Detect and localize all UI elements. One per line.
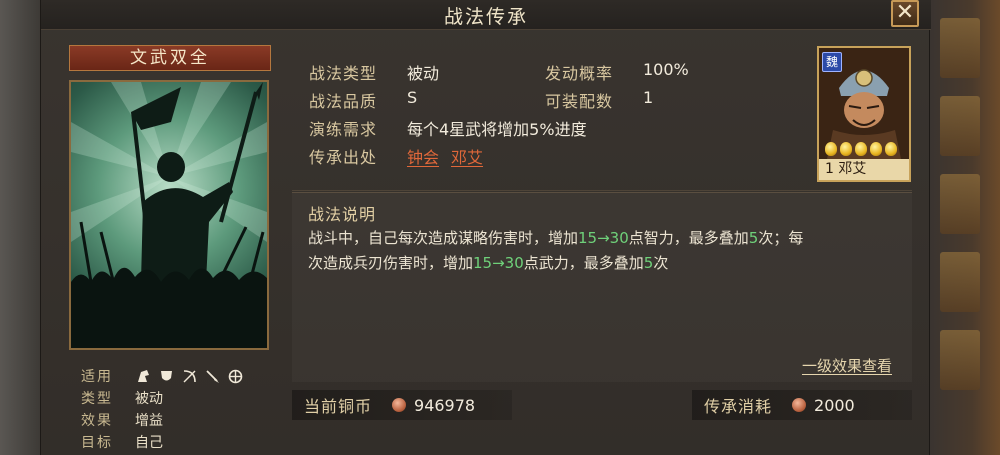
type-label: 类型 (81, 391, 113, 407)
description-text: 战斗中，自己每次造成谋略伤害时，增加15→30点智力，最多叠加5次；每 次造成兵… (308, 226, 898, 276)
info-rate-label: 发动概率 (545, 64, 614, 83)
archer-icon (181, 368, 198, 385)
info-quality-label: 战法品质 (309, 92, 378, 111)
inherit-cost-value: 2000 (814, 395, 855, 415)
effect-label: 效果 (81, 413, 113, 429)
star-icon (885, 142, 897, 156)
background-right (930, 0, 1000, 455)
background-tab (940, 252, 980, 312)
current-coins-value: 946978 (414, 395, 476, 415)
desc-text-part: 次造成兵刃伤害时，增加 (308, 254, 474, 272)
info-rate-value: 100% (643, 60, 689, 79)
info-quality-value: S (407, 88, 418, 107)
skill-type-row: 类型 被动 (81, 387, 244, 409)
warrior-silhouette-icon (71, 82, 267, 348)
copper-coin-icon (392, 398, 407, 412)
troop-type-icons (135, 368, 244, 385)
background-tab (940, 18, 980, 78)
background-tab (940, 174, 980, 234)
inherit-cost: 传承消耗 2000 (692, 390, 912, 420)
skill-description-box: 战法说明 战斗中，自己每次造成谋略伤害时，增加15→30点智力，最多叠加5次；每… (292, 192, 912, 382)
background-left (0, 0, 40, 455)
background-tab (940, 96, 980, 156)
info-drill-value: 每个4星武将增加5%进度 (407, 120, 587, 139)
skill-inherit-panel: 战法传承 ✕ 文武双全 适用 类型 被动 效果 增益 目标 自己 战法类型 被动… (40, 0, 931, 455)
skill-art (69, 80, 269, 350)
info-drill-row: 演练需求 每个4星武将增加5%进度 (309, 116, 749, 140)
type-value: 被动 (135, 391, 163, 407)
panel-title: 战法传承 (443, 6, 528, 28)
copper-coin-icon (792, 398, 807, 412)
effect-value: 增益 (135, 413, 163, 429)
target-label: 目标 (81, 435, 113, 451)
title-bar: 战法传承 ✕ (41, 0, 931, 30)
target-value: 自己 (135, 435, 163, 451)
close-button[interactable]: ✕ (891, 0, 919, 27)
general-name: 1 邓艾 (819, 159, 909, 180)
desc-text-part: 次 (653, 254, 669, 272)
star-icon (870, 142, 882, 156)
cost-bar: 当前铜币 946978 传承消耗 2000 (292, 390, 912, 422)
siege-icon (227, 368, 244, 385)
source-link-zhonghui[interactable]: 钟会 (407, 148, 439, 167)
desc-text-part: 点智力，最多叠加 (628, 229, 749, 247)
info-rate-row: 发动概率 100% (545, 60, 745, 84)
desc-text-part: 点武力，最多叠加 (523, 254, 644, 272)
info-slots-value: 1 (643, 88, 654, 107)
current-coins: 当前铜币 946978 (292, 390, 512, 420)
desc-highlight: 15→30 (473, 254, 524, 272)
skill-effect-row: 效果 增益 (81, 409, 244, 431)
info-type-label: 战法类型 (309, 64, 378, 83)
general-stars (825, 142, 897, 156)
info-type-value: 被动 (407, 64, 440, 83)
current-coins-label: 当前铜币 (304, 397, 373, 416)
suitable-troops-row: 适用 (81, 365, 244, 387)
description-title: 战法说明 (308, 205, 377, 224)
desc-highlight: 5 (643, 254, 654, 272)
skill-target-row: 目标 自己 (81, 431, 244, 453)
info-source-label: 传承出处 (309, 148, 378, 167)
desc-highlight: 15→30 (578, 229, 629, 247)
skill-name-banner: 文武双全 (69, 45, 271, 71)
info-source-links: 钟会 邓艾 (407, 144, 495, 168)
info-drill-label: 演练需求 (309, 120, 378, 139)
close-icon: ✕ (895, 0, 915, 25)
suitable-label: 适用 (81, 369, 113, 385)
cavalry-icon (135, 368, 152, 385)
divider (292, 190, 912, 191)
info-slots-row: 可装配数 1 (545, 88, 745, 112)
info-slots-label: 可装配数 (545, 92, 614, 111)
faction-badge: 魏 (822, 52, 842, 72)
info-source-row: 传承出处 钟会 邓艾 (309, 144, 749, 168)
inherit-cost-label: 传承消耗 (704, 397, 773, 416)
spear-icon (204, 368, 221, 385)
desc-highlight: 5 (748, 229, 759, 247)
star-icon (840, 142, 852, 156)
info-type-row: 战法类型 被动 (309, 60, 549, 84)
shield-icon (158, 368, 175, 385)
skill-attributes: 适用 类型 被动 效果 增益 目标 自己 (81, 365, 244, 453)
desc-text-part: 战斗中，自己每次造成谋略伤害时，增加 (308, 229, 579, 247)
star-icon (825, 142, 837, 156)
star-icon (855, 142, 867, 156)
desc-text-part: 次；每 (758, 229, 804, 247)
info-quality-row: 战法品质 S (309, 88, 549, 112)
level-one-effect-link[interactable]: 一级效果查看 (802, 355, 892, 376)
general-card[interactable]: 魏 1 邓艾 (817, 46, 911, 182)
background-tab (940, 330, 980, 390)
source-link-dengai[interactable]: 邓艾 (451, 148, 483, 167)
